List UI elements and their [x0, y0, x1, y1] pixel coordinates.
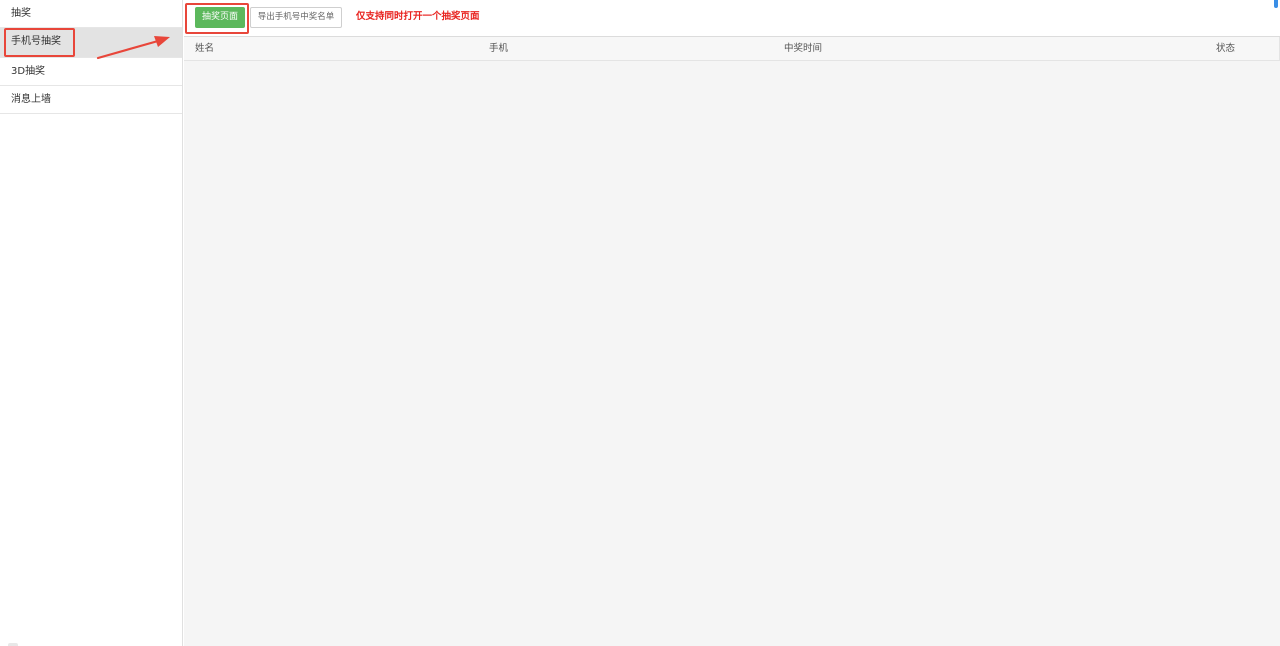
- sidebar-item-label: 消息上墙: [11, 94, 51, 105]
- table-header: 姓名 手机 中奖时间 状态: [184, 37, 1280, 61]
- main-content: 抽奖页面 导出手机号中奖名单 仅支持同时打开一个抽奖页面 姓名 手机 中奖时间 …: [184, 0, 1280, 646]
- column-header-name: 姓名: [195, 43, 215, 54]
- sidebar-item-3d-lottery[interactable]: 3D抽奖: [0, 58, 182, 86]
- app-window: 抽奖 手机号抽奖 3D抽奖 消息上墙 抽奖页面 导出手机号中奖名单 仅支持同时打…: [0, 0, 1280, 646]
- table-body: [184, 61, 1280, 646]
- column-header-status: 状态: [1216, 43, 1236, 54]
- sidebar-item-lottery[interactable]: 抽奖: [0, 0, 182, 28]
- column-header-phone: 手机: [489, 43, 509, 54]
- sidebar-item-label: 抽奖: [11, 8, 31, 19]
- sidebar-item-label: 3D抽奖: [11, 66, 46, 77]
- notice-text: 仅支持同时打开一个抽奖页面: [356, 11, 480, 22]
- sidebar-item-label: 手机号抽奖: [11, 36, 61, 47]
- sidebar-item-phone-lottery[interactable]: 手机号抽奖: [0, 28, 182, 58]
- lottery-page-button[interactable]: 抽奖页面: [195, 7, 245, 28]
- sidebar: 抽奖 手机号抽奖 3D抽奖 消息上墙: [0, 0, 183, 646]
- scrollbar-thumb[interactable]: [1274, 0, 1278, 8]
- sidebar-item-message-wall[interactable]: 消息上墙: [0, 86, 182, 114]
- export-winners-button[interactable]: 导出手机号中奖名单: [250, 7, 342, 28]
- column-header-win-time: 中奖时间: [784, 43, 823, 54]
- toolbar: 抽奖页面 导出手机号中奖名单 仅支持同时打开一个抽奖页面: [184, 0, 1280, 37]
